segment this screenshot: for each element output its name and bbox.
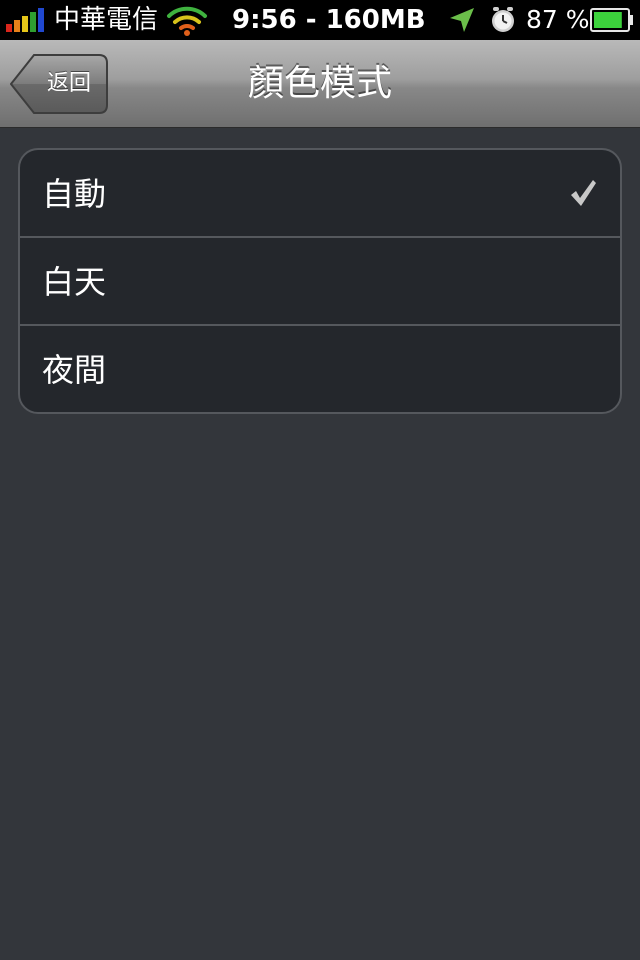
- back-button[interactable]: 返回: [10, 54, 108, 114]
- option-night[interactable]: 夜間: [20, 326, 620, 412]
- alarm-clock-icon: [492, 7, 514, 32]
- option-label: 夜間: [42, 351, 107, 389]
- option-auto[interactable]: 自動: [20, 150, 620, 238]
- option-label: 自動: [42, 175, 107, 213]
- signal-icon: [6, 8, 44, 32]
- option-label: 白天: [42, 263, 107, 301]
- wifi-icon: [167, 6, 207, 36]
- status-bar: 中華電信 9:56 - 160MB 87 %: [0, 0, 640, 40]
- location-arrow-icon: [450, 8, 474, 32]
- color-mode-options: 自動 白天 夜間: [18, 148, 622, 414]
- option-day[interactable]: 白天: [20, 238, 620, 326]
- navigation-bar: 返回 顏色模式: [0, 40, 640, 128]
- back-button-label: 返回: [46, 71, 91, 96]
- checkmark-icon: [571, 180, 596, 206]
- carrier-name: 中華電信: [54, 5, 159, 35]
- battery-icon: [590, 8, 633, 32]
- status-time-memory: 9:56 - 160MB: [232, 5, 426, 35]
- battery-percentage: 87 %: [526, 5, 590, 34]
- page-title: 顏色模式: [247, 63, 392, 104]
